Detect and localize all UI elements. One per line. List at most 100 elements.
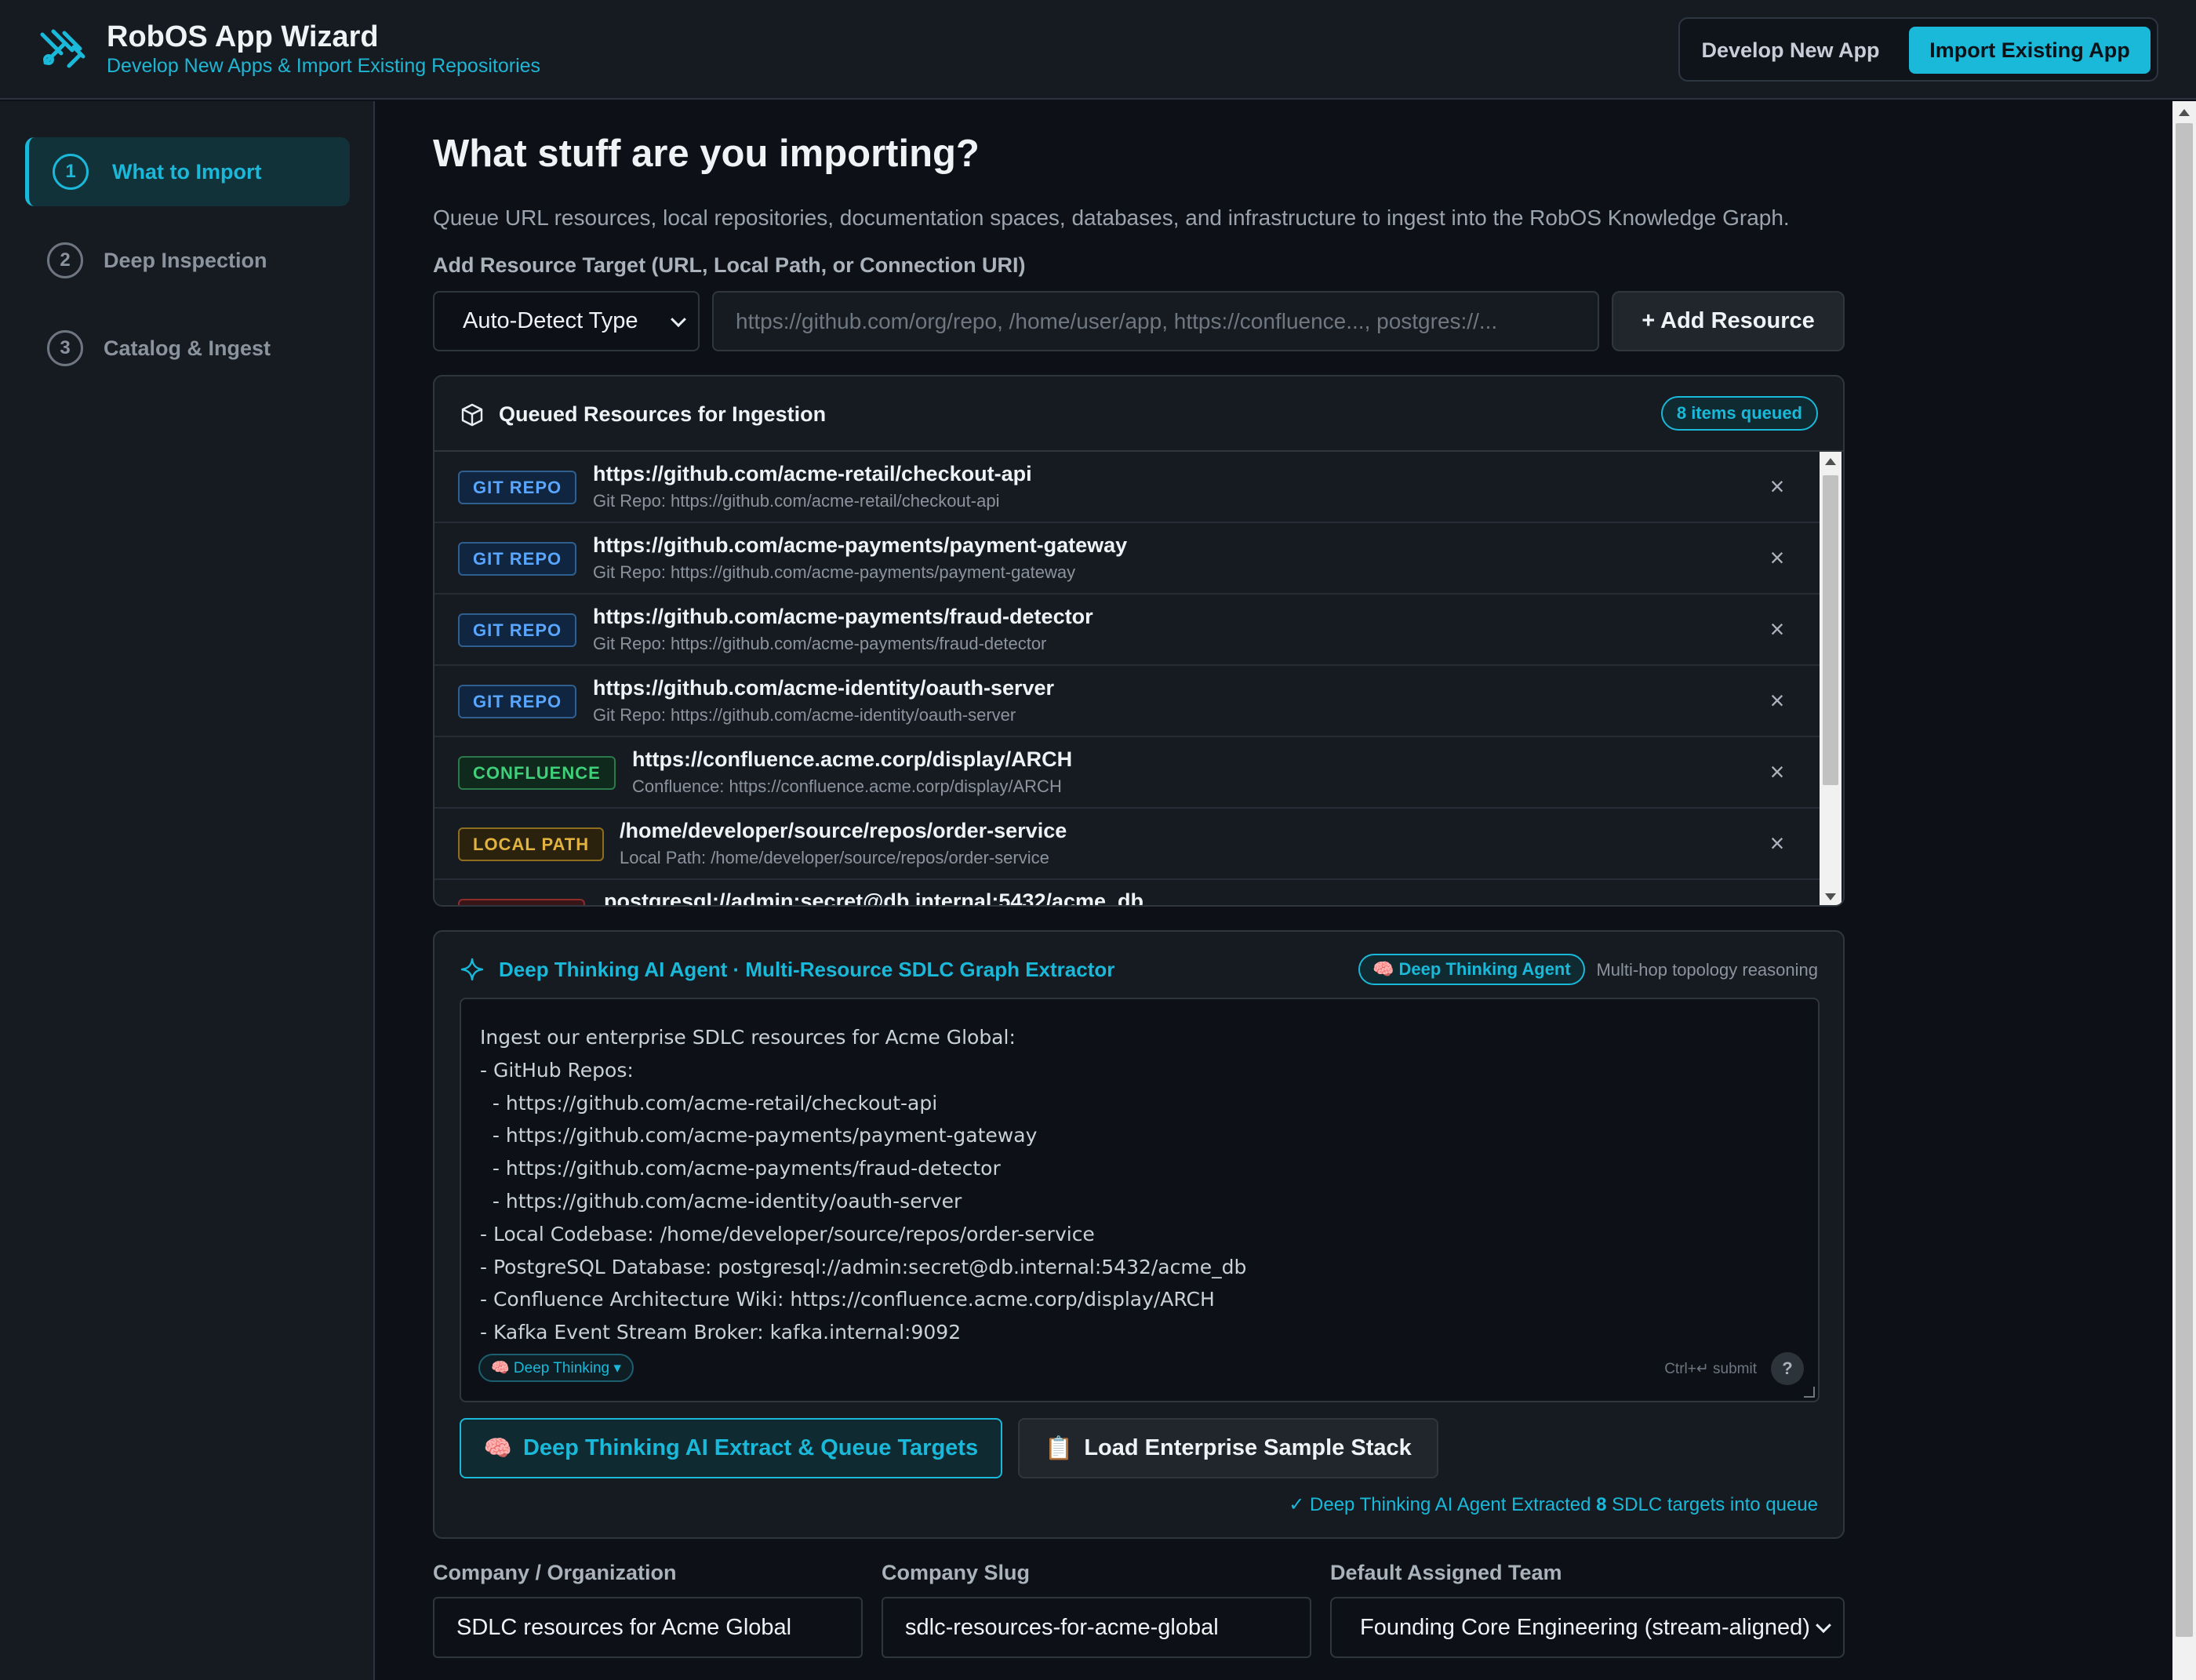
prompt-line: - Kafka Event Stream Broker: kafka.inter… [480,1321,962,1344]
remove-resource-button[interactable]: × [1765,616,1790,642]
prompt-line: - Confluence Architecture Wiki: https://… [480,1288,1215,1311]
prompt-line: - GitHub Repos: [480,1058,634,1082]
resource-type-badge [458,899,585,905]
queue-item: GIT REPO https://github.com/acme-payment… [434,595,1821,666]
develop-new-app-button[interactable]: Develop New App [1688,27,1893,74]
ai-extract-label: Deep Thinking AI Extract & Queue Targets [522,1435,979,1460]
page-scrollbar[interactable] [2172,101,2196,1680]
prompt-line: - https://github.com/acme-payments/fraud… [480,1157,1001,1180]
mode-switch: Develop New App Import Existing App [1678,17,2158,82]
queue-title: Queued Resources for Ingestion [499,402,827,426]
app-header: RobOS App Wizard Develop New Apps & Impo… [0,0,2196,100]
resource-subtitle: Git Repo: https://github.com/acme-identi… [593,705,1016,725]
resource-type-badge: GIT REPO [458,685,577,718]
step-label: Deep Inspection [104,248,267,272]
resource-target-input[interactable] [712,291,1599,351]
queue-item: LOCAL PATH /home/developer/source/repos/… [434,809,1821,880]
remove-resource-button[interactable]: × [1765,759,1790,784]
resource-type-value: Auto-Detect Type [463,308,638,333]
resource-type-badge: GIT REPO [458,471,577,504]
resource-title: /home/developer/source/repos/order-servi… [620,819,1067,842]
resource-type-badge: GIT REPO [458,613,577,647]
resource-subtitle: Local Path: /home/developer/source/repos… [620,848,1049,867]
step-label: What to Import [112,159,262,184]
slug-label: Company Slug [882,1561,1031,1584]
prompt-line: - PostgreSQL Database: postgresql://admi… [480,1255,1247,1278]
resource-title: https://confluence.acme.corp/display/ARC… [632,747,1073,771]
company-input[interactable] [433,1597,863,1658]
company-label: Company / Organization [433,1561,677,1584]
prompt-line: - https://github.com/acme-retail/checkou… [480,1091,938,1115]
resource-type-badge: GIT REPO [458,542,577,576]
resize-handle-icon[interactable] [1804,1387,1815,1398]
resource-title: https://github.com/acme-retail/checkout-… [593,462,1032,485]
ai-panel-title: Deep Thinking AI Agent · Multi-Resource … [499,958,1115,981]
resource-title: https://github.com/acme-payments/payment… [593,533,1128,557]
load-sample-label: Load Enterprise Sample Stack [1084,1435,1412,1460]
step-number: 1 [53,154,89,190]
resource-subtitle: Confluence: https://confluence.acme.corp… [632,776,1062,796]
queue-scrollbar[interactable] [1820,452,1842,905]
thinking-mode-dropdown[interactable]: 🧠 Deep Thinking ▾ [478,1354,634,1382]
app-subtitle: Develop New Apps & Import Existing Repos… [107,55,541,77]
resource-type-badge: LOCAL PATH [458,827,605,861]
status-count: 8 [1596,1494,1607,1515]
deep-thinking-agent-badge: 🧠 Deep Thinking Agent [1358,954,1585,985]
team-label: Default Assigned Team [1330,1561,1562,1584]
step-deep-inspection[interactable]: 2 Deep Inspection [25,226,350,295]
queue-list: GIT REPO https://github.com/acme-retail/… [434,452,1821,907]
ai-extract-button[interactable]: 🧠 Deep Thinking AI Extract & Queue Targe… [460,1418,1002,1478]
queue-item: postgresql://admin:secret@db.internal:54… [434,880,1821,907]
resource-title: postgresql://admin:secret@db.internal:54… [604,889,1144,907]
scroll-thumb[interactable] [2176,123,2193,1637]
queue-item: GIT REPO https://github.com/acme-payment… [434,523,1821,595]
add-resource-button[interactable]: + Add Resource [1612,291,1845,351]
team-select-value: Founding Core Engineering (stream-aligne… [1360,1614,1810,1640]
default-team-select[interactable]: Founding Core Engineering (stream-aligne… [1330,1597,1845,1658]
step-catalog-ingest[interactable]: 3 Catalog & Ingest [25,314,350,383]
remove-resource-button[interactable]: × [1765,831,1790,856]
chevron-down-icon [671,311,686,327]
page-title: What stuff are you importing? [433,133,980,175]
target-label: Add Resource Target (URL, Local Path, or… [433,253,1026,277]
remove-resource-button[interactable]: × [1765,545,1790,570]
resource-type-badge: CONFLUENCE [458,756,616,790]
resource-subtitle: Git Repo: https://github.com/acme-paymen… [593,634,1047,653]
queue-header: Queued Resources for Ingestion 8 items q… [434,376,1843,452]
clipboard-icon: 📋 [1045,1435,1074,1461]
resource-subtitle: Git Repo: https://github.com/acme-paymen… [593,562,1076,582]
help-button[interactable]: ? [1771,1352,1804,1385]
resource-title: https://github.com/acme-identity/oauth-s… [593,676,1055,700]
page-description: Queue URL resources, local repositories,… [433,205,1790,230]
prompt-text: Ingest our enterprise SDLC resources for… [480,1021,1246,1349]
agent-note: Multi-hop topology reasoning [1596,960,1818,980]
queue-count-badge: 8 items queued [1660,396,1818,431]
chevron-down-icon [1816,1617,1831,1634]
status-suffix: SDLC targets into queue [1612,1494,1818,1515]
company-slug-input[interactable] [882,1597,1311,1658]
extraction-status: ✓ Deep Thinking AI Agent Extracted 8 SDL… [1289,1493,1818,1516]
cube-icon [461,403,483,427]
scroll-down-icon[interactable] [1825,893,1836,900]
prompt-line: - https://github.com/acme-identity/oauth… [480,1189,962,1213]
step-number: 2 [47,242,83,278]
scroll-up-icon[interactable] [1825,458,1836,465]
scroll-thumb[interactable] [1823,475,1838,785]
step-label: Catalog & Ingest [104,336,271,360]
ai-prompt-textarea[interactable]: Ingest our enterprise SDLC resources for… [460,998,1820,1402]
remove-resource-button[interactable]: × [1765,474,1790,499]
import-existing-app-button[interactable]: Import Existing App [1909,27,2151,74]
queue-item: GIT REPO https://github.com/acme-identit… [434,666,1821,737]
sparkle-icon [460,958,484,981]
queue-item: CONFLUENCE https://confluence.acme.corp/… [434,737,1821,809]
step-number: 3 [47,330,83,366]
resource-type-select[interactable]: Auto-Detect Type [433,291,700,351]
submit-shortcut-hint: Ctrl+↵ submit [1664,1361,1757,1377]
scroll-up-icon[interactable] [2179,109,2190,116]
step-what-to-import[interactable]: 1 What to Import [25,137,350,206]
load-sample-button[interactable]: 📋 Load Enterprise Sample Stack [1018,1418,1438,1478]
wizard-sidebar: 1 What to Import 2 Deep Inspection 3 Cat… [0,101,375,1680]
remove-resource-button[interactable]: × [1765,688,1790,713]
resource-title: https://github.com/acme-payments/fraud-d… [593,605,1093,628]
prompt-line: - https://github.com/acme-payments/payme… [480,1124,1038,1147]
